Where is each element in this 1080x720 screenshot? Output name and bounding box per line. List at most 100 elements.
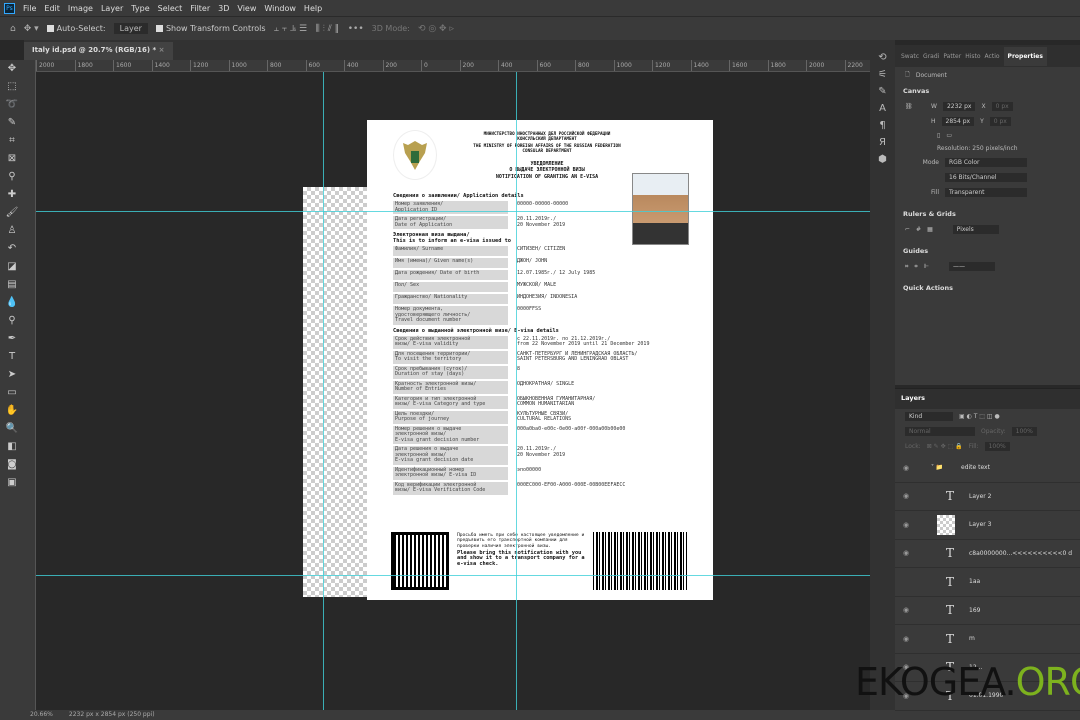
menu-image[interactable]: Image [68, 4, 93, 13]
layer-row[interactable]: ◉ T 169 [895, 597, 1080, 625]
3d-panel-icon[interactable]: ⬢ [878, 154, 887, 165]
x-field[interactable]: 0 px [991, 102, 1013, 111]
brush-panel-icon[interactable]: ✎ [878, 86, 886, 97]
menu-3d[interactable]: 3D [218, 4, 229, 13]
tab-actions[interactable]: Actio [985, 53, 1000, 60]
hand-tool-icon[interactable]: ✋ [6, 402, 18, 420]
3d-orbit-icons[interactable]: ⟲ ◎ ✥ ▹ [418, 24, 454, 34]
depth-dropdown[interactable]: 16 Bits/Channel [945, 173, 1027, 182]
menu-layer[interactable]: Layer [101, 4, 123, 13]
lock-icons[interactable]: ⊠ ✎ ✥ ⬚ 🔒 [927, 443, 963, 450]
color-swatches-icon[interactable]: ◧ [7, 438, 16, 456]
visibility-eye-icon[interactable]: ◉ [895, 606, 917, 614]
eraser-tool-icon[interactable]: ◪ [7, 258, 16, 276]
y-field[interactable]: 0 px [989, 117, 1011, 126]
close-tab-icon[interactable]: × [159, 46, 165, 54]
type-tool-icon[interactable]: T [9, 348, 15, 366]
opacity-field[interactable]: 100% [1011, 427, 1037, 436]
adjust-panel-icon[interactable]: ⚟ [878, 69, 887, 80]
height-field[interactable]: 2854 px [941, 117, 975, 126]
marquee-tool-icon[interactable]: ⬚ [7, 78, 16, 96]
gradient-tool-icon[interactable]: ▤ [7, 276, 16, 294]
lasso-tool-icon[interactable]: ➰ [6, 96, 18, 114]
canvas-section[interactable]: Canvas [895, 83, 1080, 99]
layer-row[interactable]: T 1aa [895, 568, 1080, 597]
move-tool-icon[interactable]: ✥ [8, 60, 16, 78]
screen-mode-icon[interactable]: ▣ [7, 474, 16, 492]
menu-help[interactable]: Help [304, 4, 322, 13]
tab-gradients[interactable]: Gradi [923, 53, 939, 60]
dodge-tool-icon[interactable]: ⚲ [8, 312, 15, 330]
smart-guides-icon[interactable]: ⊩ [924, 263, 929, 270]
healing-tool-icon[interactable]: ✚ [8, 186, 16, 204]
path-select-tool-icon[interactable]: ➤ [8, 366, 16, 384]
tab-swatches[interactable]: Swatc [901, 53, 919, 60]
guides-toggle-icon[interactable]: ⌗ [905, 263, 908, 271]
guide-style-dropdown[interactable]: —— [949, 262, 996, 271]
zoom-tool-icon[interactable]: 🔍 [6, 420, 18, 438]
layers-tab[interactable]: Layers [895, 389, 1080, 409]
tab-history[interactable]: Histo [965, 53, 980, 60]
pen-tool-icon[interactable]: ✒ [8, 330, 16, 348]
shape-tool-icon[interactable]: ▭ [7, 384, 16, 402]
crop-tool-icon[interactable]: ⌗ [9, 132, 15, 150]
guide-horizontal[interactable] [36, 211, 870, 212]
ruler-toggle-icon[interactable]: ⌐ [905, 226, 910, 233]
guide-vertical[interactable] [516, 72, 517, 710]
fill-field[interactable]: 100% [984, 442, 1010, 451]
menu-window[interactable]: Window [264, 4, 296, 13]
visibility-eye-icon[interactable]: ◉ [895, 549, 917, 557]
landscape-icon[interactable]: ▭ [946, 132, 952, 139]
units-dropdown[interactable]: Pixels [952, 225, 999, 234]
guide-vertical[interactable] [323, 72, 324, 710]
align-icons[interactable]: ⫠ ⫟ ⫡ ☰ ⫼ ⫶ ⫽ ‖ ••• [274, 24, 364, 34]
kind-filter-dropdown[interactable]: Kind [905, 412, 953, 421]
frame-tool-icon[interactable]: ⊠ [8, 150, 16, 168]
layer-row[interactable]: ◉ Layer 3 [895, 511, 1080, 540]
quick-actions-section[interactable]: Quick Actions [895, 280, 1080, 296]
quick-mask-icon[interactable]: ◙ [7, 456, 17, 474]
mode-dropdown[interactable]: RGB Color [945, 158, 1027, 167]
visibility-eye-icon[interactable]: ◉ [895, 492, 917, 500]
guide-horizontal[interactable] [36, 575, 870, 576]
quick-select-tool-icon[interactable]: ✎ [8, 114, 16, 132]
menu-view[interactable]: View [237, 4, 256, 13]
blur-tool-icon[interactable]: 💧 [6, 294, 18, 312]
grid-toggle-icon[interactable]: # [916, 226, 921, 233]
pixel-grid-icon[interactable]: ▦ [927, 226, 933, 233]
menu-file[interactable]: File [23, 4, 36, 13]
visibility-eye-icon[interactable]: ◉ [895, 635, 917, 643]
move-tool-icon[interactable]: ✥ ▾ [24, 24, 39, 34]
visibility-eye-icon[interactable]: ◉ [895, 521, 917, 529]
character-panel-icon[interactable]: A [879, 103, 886, 114]
tab-properties[interactable]: Properties [1003, 46, 1047, 66]
filter-icons[interactable]: ▣ ◐ T ⬚ ◫ ● [959, 413, 1000, 420]
show-transform-checkbox[interactable]: Show Transform Controls [155, 24, 266, 33]
width-field[interactable]: 2232 px [942, 102, 976, 111]
paragraph-panel-icon[interactable]: ¶ [879, 120, 885, 131]
stamp-tool-icon[interactable]: ♙ [8, 222, 17, 240]
eyedropper-tool-icon[interactable]: ⚲ [8, 168, 15, 186]
blend-mode-dropdown[interactable]: Normal [905, 427, 975, 436]
layer-row[interactable]: ◉ Tm [895, 625, 1080, 654]
auto-select-dropdown[interactable]: Layer [113, 23, 148, 34]
document-tab[interactable]: Italy id.psd @ 20.7% (RGB/16) * × [24, 42, 173, 60]
menu-type[interactable]: Type [131, 4, 149, 13]
menu-select[interactable]: Select [158, 4, 183, 13]
zoom-level[interactable]: 20.66% [30, 710, 53, 720]
layer-row[interactable]: ◉ Tc8a0000000...<<<<<<<<<<0 d [895, 540, 1080, 568]
history-panel-icon[interactable]: ⟲ [878, 52, 886, 63]
layer-row[interactable]: ◉ ˅ 📁 edite text [895, 454, 1080, 483]
guides-section[interactable]: Guides [895, 243, 1080, 259]
tab-patterns[interactable]: Patter [943, 53, 961, 60]
rulers-grids-section[interactable]: Rulers & Grids [895, 206, 1080, 222]
menu-edit[interactable]: Edit [44, 4, 60, 13]
layer-row[interactable]: ◉ T Layer 2 [895, 483, 1080, 511]
fill-dropdown[interactable]: Transparent [945, 188, 1027, 197]
portrait-icon[interactable]: ▯ [937, 132, 940, 139]
auto-select-checkbox[interactable]: Auto-Select: [46, 24, 106, 33]
visibility-eye-icon[interactable]: ◉ [895, 464, 917, 472]
menu-filter[interactable]: Filter [190, 4, 210, 13]
glyphs-panel-icon[interactable]: Я [879, 137, 886, 148]
home-icon[interactable]: ⌂ [10, 24, 16, 34]
